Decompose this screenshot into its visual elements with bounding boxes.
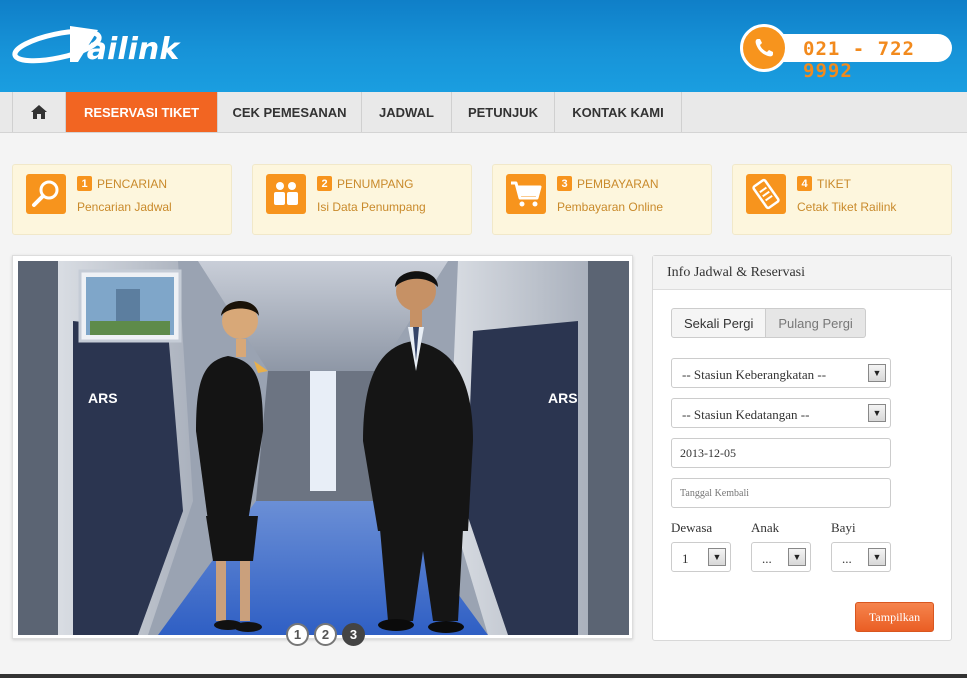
- adult-label: Dewasa: [671, 520, 713, 535]
- nav-petunjuk[interactable]: PETUNJUK: [452, 92, 555, 132]
- infant-count-value: ...: [842, 551, 852, 566]
- logo-text: railink: [72, 32, 180, 67]
- slider-dot-2[interactable]: 2: [314, 623, 337, 646]
- chevron-down-icon: ▼: [868, 404, 886, 422]
- footer-divider: [0, 674, 967, 678]
- nav-jadwal[interactable]: JADWAL: [362, 92, 452, 132]
- ars-logo-right: ARS: [548, 390, 578, 406]
- departure-date-input[interactable]: 2013-12-05: [671, 438, 891, 468]
- child-label: Anak: [751, 520, 780, 535]
- departure-date-value: 2013-12-05: [680, 445, 736, 460]
- chevron-down-icon: ▼: [788, 548, 806, 566]
- step-title: PENUMPANG: [337, 177, 414, 191]
- ticket-icon: [746, 174, 786, 214]
- search-icon: [26, 174, 66, 214]
- chevron-down-icon: ▼: [708, 548, 726, 566]
- step-subtitle: Isi Data Penumpang: [317, 200, 426, 214]
- step-number: 2: [317, 176, 332, 191]
- trip-one-way-button[interactable]: Sekali Pergi: [671, 308, 767, 338]
- nav-kontak-kami[interactable]: KONTAK KAMI: [555, 92, 682, 132]
- nav-reservasi-tiket[interactable]: RESERVASI TIKET: [66, 92, 218, 132]
- step-pembayaran: 3 PEMBAYARAN Pembayaran Online: [492, 164, 712, 235]
- search-submit-button[interactable]: Tampilkan: [855, 602, 934, 632]
- slider-dot-3[interactable]: 3: [342, 623, 365, 646]
- return-date-input[interactable]: Tanggal Kembali: [671, 478, 891, 508]
- departure-station-select[interactable]: -- Stasiun Keberangkatan -- ▼: [671, 358, 891, 388]
- step-subtitle: Cetak Tiket Railink: [797, 200, 897, 214]
- step-title: PEMBAYARAN: [577, 177, 659, 191]
- step-tiket: 4 TIKET Cetak Tiket Railink: [732, 164, 952, 235]
- site-header: railink 021 - 722 9992: [0, 0, 967, 92]
- return-date-placeholder: Tanggal Kembali: [680, 487, 749, 499]
- step-subtitle: Pencarian Jadwal: [77, 200, 172, 214]
- departure-station-value: -- Stasiun Keberangkatan --: [682, 367, 827, 382]
- infant-count-select[interactable]: ... ▼: [831, 542, 891, 572]
- trip-round-trip-button[interactable]: Pulang Pergi: [766, 308, 866, 338]
- step-title: TIKET: [817, 177, 852, 191]
- panel-title: Info Jadwal & Reservasi: [653, 256, 951, 290]
- step-number: 1: [77, 176, 92, 191]
- passengers-icon: [266, 174, 306, 214]
- trip-type-toggle: Sekali Pergi Pulang Pergi: [671, 308, 866, 338]
- child-count-select[interactable]: ... ▼: [751, 542, 811, 572]
- nav-cek-pemesanan[interactable]: CEK PEMESANAN: [218, 92, 362, 132]
- reservation-panel: Info Jadwal & Reservasi Sekali Pergi Pul…: [652, 255, 952, 641]
- slider-pagination: 1 2 3: [286, 623, 365, 646]
- railink-logo[interactable]: railink: [12, 18, 182, 68]
- step-pencarian: 1 PENCARIAN Pencarian Jadwal: [12, 164, 232, 235]
- infant-label: Bayi: [831, 520, 856, 535]
- step-penumpang: 2 PENUMPANG Isi Data Penumpang: [252, 164, 472, 235]
- slide-image-train-interior: ARS ARS: [18, 261, 629, 635]
- child-count-value: ...: [762, 551, 772, 566]
- step-number: 4: [797, 176, 812, 191]
- chevron-down-icon: ▼: [868, 548, 886, 566]
- main-nav: RESERVASI TIKET CEK PEMESANAN JADWAL PET…: [0, 92, 967, 133]
- ars-logo-left: ARS: [88, 390, 118, 406]
- home-icon: [31, 105, 47, 119]
- slider-dot-1[interactable]: 1: [286, 623, 309, 646]
- nav-home[interactable]: [12, 92, 66, 132]
- phone-number[interactable]: 021 - 722 9992: [803, 38, 967, 82]
- adult-count-select[interactable]: 1 ▼: [671, 542, 731, 572]
- image-slider: ARS ARS: [12, 255, 633, 639]
- step-title: PENCARIAN: [97, 177, 168, 191]
- step-subtitle: Pembayaran Online: [557, 200, 664, 214]
- chevron-down-icon: ▼: [868, 364, 886, 382]
- cart-icon: [506, 174, 546, 214]
- arrival-station-select[interactable]: -- Stasiun Kedatangan -- ▼: [671, 398, 891, 428]
- phone-icon: [740, 24, 788, 72]
- adult-count-value: 1: [682, 551, 689, 566]
- step-number: 3: [557, 176, 572, 191]
- arrival-station-value: -- Stasiun Kedatangan --: [682, 407, 810, 422]
